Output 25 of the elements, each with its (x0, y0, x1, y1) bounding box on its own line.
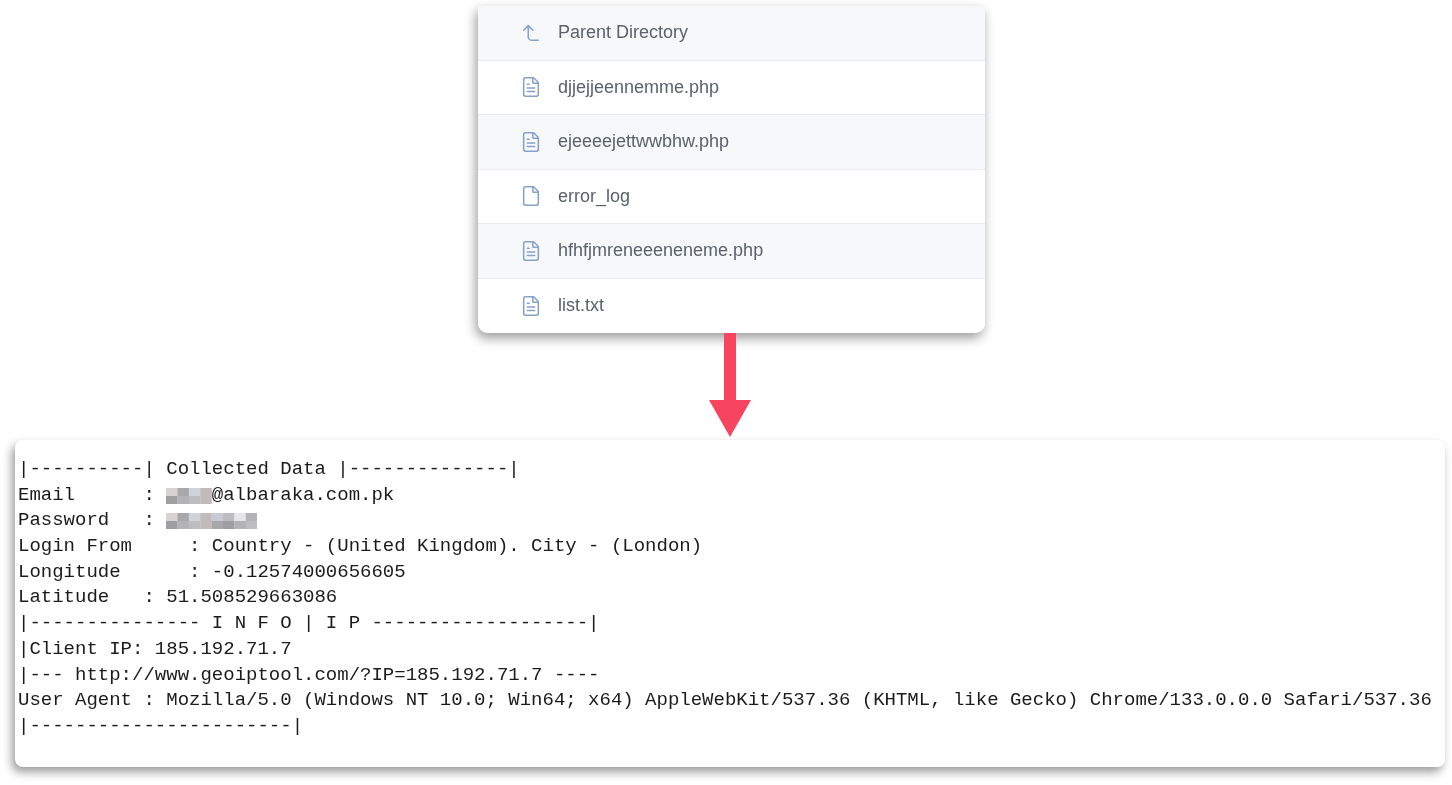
log-line: |-----------------------| (18, 714, 304, 737)
log-label: Email : (18, 482, 155, 508)
file-list-row[interactable]: list.txt (478, 278, 985, 333)
file-list-row[interactable]: ejeeeejettwwbhw.php (478, 115, 985, 170)
log-line: Latitude : 51.508529663086 (18, 586, 338, 609)
file-list-row[interactable]: Parent Directory (478, 6, 985, 61)
document-icon (520, 76, 542, 99)
log-line: |Client IP: 185.192.71.7 (18, 637, 292, 660)
log-line: User Agent : Mozilla/5.0 (Windows NT 10.0; Win64; x64) AppleWebKit/537.36 (KHTML, like Gecko) Chrome/133.0.0.0 Safari/537.36 (18, 689, 1432, 712)
log-line: |----------| Collected Data |--------------| (18, 458, 520, 480)
file-list-row[interactable]: djjejjeennemme.php (478, 60, 985, 115)
pixelated-redaction-icon (166, 513, 258, 530)
log-line: Longitude : -0.12574000656605 (18, 560, 406, 583)
log-line: |--------------- I N F O | I P -------------------| (18, 612, 600, 635)
document-icon (520, 130, 542, 153)
log-label: Password : (18, 508, 155, 534)
log-line: Login From : Country - (United Kingdom). City - (London) (18, 535, 703, 558)
log-line: |--- http://www.geoiptool.com/?IP=185.192.71.7 ---- (18, 663, 600, 686)
document-icon (520, 239, 542, 262)
pixelated-redaction-icon (166, 487, 212, 504)
file-list-row[interactable]: hfhfjmreneeeneneme.php (478, 224, 985, 279)
document-icon (520, 294, 542, 317)
log-value: @albaraka.com.pk (211, 482, 395, 508)
blank-file-icon (520, 185, 542, 208)
file-list-row[interactable]: error_log (478, 169, 985, 224)
